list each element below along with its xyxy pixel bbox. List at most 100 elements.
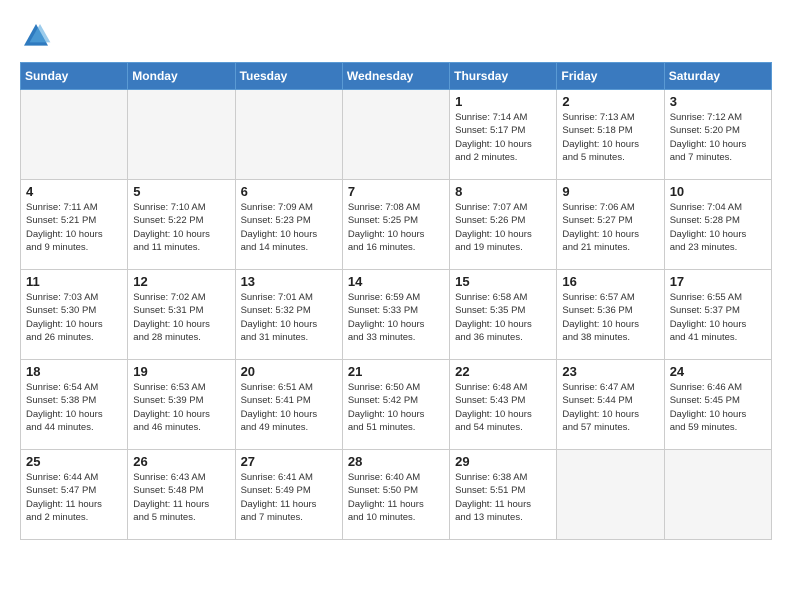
day-info: Sunrise: 6:43 AMSunset: 5:48 PMDaylight:… xyxy=(133,471,229,524)
day-number: 27 xyxy=(241,454,337,469)
day-number: 21 xyxy=(348,364,444,379)
day-number: 7 xyxy=(348,184,444,199)
calendar-cell: 20 Sunrise: 6:51 AMSunset: 5:41 PMDayligh… xyxy=(235,360,342,450)
day-number: 11 xyxy=(26,274,122,289)
day-info: Sunrise: 6:54 AMSunset: 5:38 PMDaylight:… xyxy=(26,381,122,434)
calendar-cell: 13Sunrise: 7:01 AMSunset: 5:32 PMDayligh… xyxy=(235,270,342,360)
day-info: Sunrise: 7:14 AMSunset: 5:17 PMDaylight:… xyxy=(455,111,551,164)
day-info: Sunrise: 6:47 AMSunset: 5:44 PMDaylight:… xyxy=(562,381,658,434)
calendar-header-row: SundayMondayTuesdayWednesdayThursdayFrid… xyxy=(21,63,772,90)
calendar-cell: 24 Sunrise: 6:46 AMSunset: 5:45 PMDayligh… xyxy=(664,360,771,450)
calendar-cell: 5 Sunrise: 7:10 AMSunset: 5:22 PMDaylight… xyxy=(128,180,235,270)
day-info: Sunrise: 6:48 AMSunset: 5:43 PMDaylight:… xyxy=(455,381,551,434)
day-number: 29 xyxy=(455,454,551,469)
day-info: Sunrise: 6:51 AMSunset: 5:41 PMDaylight:… xyxy=(241,381,337,434)
day-number: 23 xyxy=(562,364,658,379)
day-number: 6 xyxy=(241,184,337,199)
calendar-cell: 22 Sunrise: 6:48 AMSunset: 5:43 PMDayligh… xyxy=(450,360,557,450)
day-number: 22 xyxy=(455,364,551,379)
calendar-cell: 2 Sunrise: 7:13 AMSunset: 5:18 PMDaylight… xyxy=(557,90,664,180)
calendar-cell: 9 Sunrise: 7:06 AMSunset: 5:27 PMDaylight… xyxy=(557,180,664,270)
calendar-cell: 21 Sunrise: 6:50 AMSunset: 5:42 PMDayligh… xyxy=(342,360,449,450)
day-number: 2 xyxy=(562,94,658,109)
calendar-cell: 26 Sunrise: 6:43 AMSunset: 5:48 PMDayligh… xyxy=(128,450,235,540)
day-number: 3 xyxy=(670,94,766,109)
day-info: Sunrise: 6:53 AMSunset: 5:39 PMDaylight:… xyxy=(133,381,229,434)
calendar-cell: 23 Sunrise: 6:47 AMSunset: 5:44 PMDayligh… xyxy=(557,360,664,450)
day-info: Sunrise: 6:46 AMSunset: 5:45 PMDaylight:… xyxy=(670,381,766,434)
header-thursday: Thursday xyxy=(450,63,557,90)
week-row-4: 25 Sunrise: 6:44 AMSunset: 5:47 PMDayligh… xyxy=(21,450,772,540)
day-info: Sunrise: 7:13 AMSunset: 5:18 PMDaylight:… xyxy=(562,111,658,164)
day-info: Sunrise: 6:55 AMSunset: 5:37 PMDaylight:… xyxy=(670,291,766,344)
logo xyxy=(20,20,56,52)
day-info: Sunrise: 7:08 AMSunset: 5:25 PMDaylight:… xyxy=(348,201,444,254)
day-info: Sunrise: 7:07 AMSunset: 5:26 PMDaylight:… xyxy=(455,201,551,254)
day-info: Sunrise: 6:58 AMSunset: 5:35 PMDaylight:… xyxy=(455,291,551,344)
day-number: 13 xyxy=(241,274,337,289)
header-sunday: Sunday xyxy=(21,63,128,90)
calendar-cell: 28 Sunrise: 6:40 AMSunset: 5:50 PMDayligh… xyxy=(342,450,449,540)
calendar-cell: 25 Sunrise: 6:44 AMSunset: 5:47 PMDayligh… xyxy=(21,450,128,540)
day-number: 17 xyxy=(670,274,766,289)
day-number: 28 xyxy=(348,454,444,469)
day-number: 24 xyxy=(670,364,766,379)
day-number: 19 xyxy=(133,364,229,379)
day-info: Sunrise: 7:10 AMSunset: 5:22 PMDaylight:… xyxy=(133,201,229,254)
day-info: Sunrise: 6:38 AMSunset: 5:51 PMDaylight:… xyxy=(455,471,551,524)
calendar-table: SundayMondayTuesdayWednesdayThursdayFrid… xyxy=(20,62,772,540)
day-info: Sunrise: 7:03 AMSunset: 5:30 PMDaylight:… xyxy=(26,291,122,344)
day-number: 14 xyxy=(348,274,444,289)
calendar-cell xyxy=(557,450,664,540)
calendar-cell: 1 Sunrise: 7:14 AMSunset: 5:17 PMDaylight… xyxy=(450,90,557,180)
day-number: 5 xyxy=(133,184,229,199)
calendar-cell xyxy=(235,90,342,180)
calendar-cell: 16Sunrise: 6:57 AMSunset: 5:36 PMDayligh… xyxy=(557,270,664,360)
calendar-cell: 14 Sunrise: 6:59 AMSunset: 5:33 PMDayligh… xyxy=(342,270,449,360)
calendar-cell: 17 Sunrise: 6:55 AMSunset: 5:37 PMDayligh… xyxy=(664,270,771,360)
calendar-cell: 19 Sunrise: 6:53 AMSunset: 5:39 PMDayligh… xyxy=(128,360,235,450)
calendar-cell xyxy=(128,90,235,180)
day-number: 10 xyxy=(670,184,766,199)
day-info: Sunrise: 7:11 AMSunset: 5:21 PMDaylight:… xyxy=(26,201,122,254)
calendar-cell: 6 Sunrise: 7:09 AMSunset: 5:23 PMDaylight… xyxy=(235,180,342,270)
week-row-0: 1 Sunrise: 7:14 AMSunset: 5:17 PMDaylight… xyxy=(21,90,772,180)
day-info: Sunrise: 6:59 AMSunset: 5:33 PMDaylight:… xyxy=(348,291,444,344)
calendar-cell: 29 Sunrise: 6:38 AMSunset: 5:51 PMDayligh… xyxy=(450,450,557,540)
calendar-cell: 10 Sunrise: 7:04 AMSunset: 5:28 PMDayligh… xyxy=(664,180,771,270)
week-row-1: 4 Sunrise: 7:11 AMSunset: 5:21 PMDaylight… xyxy=(21,180,772,270)
day-info: Sunrise: 6:50 AMSunset: 5:42 PMDaylight:… xyxy=(348,381,444,434)
week-row-3: 18 Sunrise: 6:54 AMSunset: 5:38 PMDayligh… xyxy=(21,360,772,450)
header-friday: Friday xyxy=(557,63,664,90)
day-number: 18 xyxy=(26,364,122,379)
day-info: Sunrise: 7:09 AMSunset: 5:23 PMDaylight:… xyxy=(241,201,337,254)
day-number: 15 xyxy=(455,274,551,289)
week-row-2: 11 Sunrise: 7:03 AMSunset: 5:30 PMDayligh… xyxy=(21,270,772,360)
calendar-cell: 11 Sunrise: 7:03 AMSunset: 5:30 PMDayligh… xyxy=(21,270,128,360)
day-info: Sunrise: 6:44 AMSunset: 5:47 PMDaylight:… xyxy=(26,471,122,524)
calendar-cell: 3 Sunrise: 7:12 AMSunset: 5:20 PMDaylight… xyxy=(664,90,771,180)
calendar-cell: 4 Sunrise: 7:11 AMSunset: 5:21 PMDaylight… xyxy=(21,180,128,270)
header-tuesday: Tuesday xyxy=(235,63,342,90)
calendar-cell xyxy=(342,90,449,180)
day-info: Sunrise: 6:40 AMSunset: 5:50 PMDaylight:… xyxy=(348,471,444,524)
calendar-cell: 15 Sunrise: 6:58 AMSunset: 5:35 PMDayligh… xyxy=(450,270,557,360)
day-number: 1 xyxy=(455,94,551,109)
header-monday: Monday xyxy=(128,63,235,90)
calendar-cell: 18 Sunrise: 6:54 AMSunset: 5:38 PMDayligh… xyxy=(21,360,128,450)
day-info: Sunrise: 7:04 AMSunset: 5:28 PMDaylight:… xyxy=(670,201,766,254)
day-info: Sunrise: 7:06 AMSunset: 5:27 PMDaylight:… xyxy=(562,201,658,254)
day-number: 20 xyxy=(241,364,337,379)
day-number: 8 xyxy=(455,184,551,199)
day-number: 26 xyxy=(133,454,229,469)
day-number: 12 xyxy=(133,274,229,289)
calendar-cell: 7 Sunrise: 7:08 AMSunset: 5:25 PMDaylight… xyxy=(342,180,449,270)
calendar-cell xyxy=(21,90,128,180)
logo-icon xyxy=(20,20,52,52)
day-number: 9 xyxy=(562,184,658,199)
day-number: 25 xyxy=(26,454,122,469)
day-number: 4 xyxy=(26,184,122,199)
day-info: Sunrise: 7:12 AMSunset: 5:20 PMDaylight:… xyxy=(670,111,766,164)
day-info: Sunrise: 6:41 AMSunset: 5:49 PMDaylight:… xyxy=(241,471,337,524)
day-info: Sunrise: 7:02 AMSunset: 5:31 PMDaylight:… xyxy=(133,291,229,344)
